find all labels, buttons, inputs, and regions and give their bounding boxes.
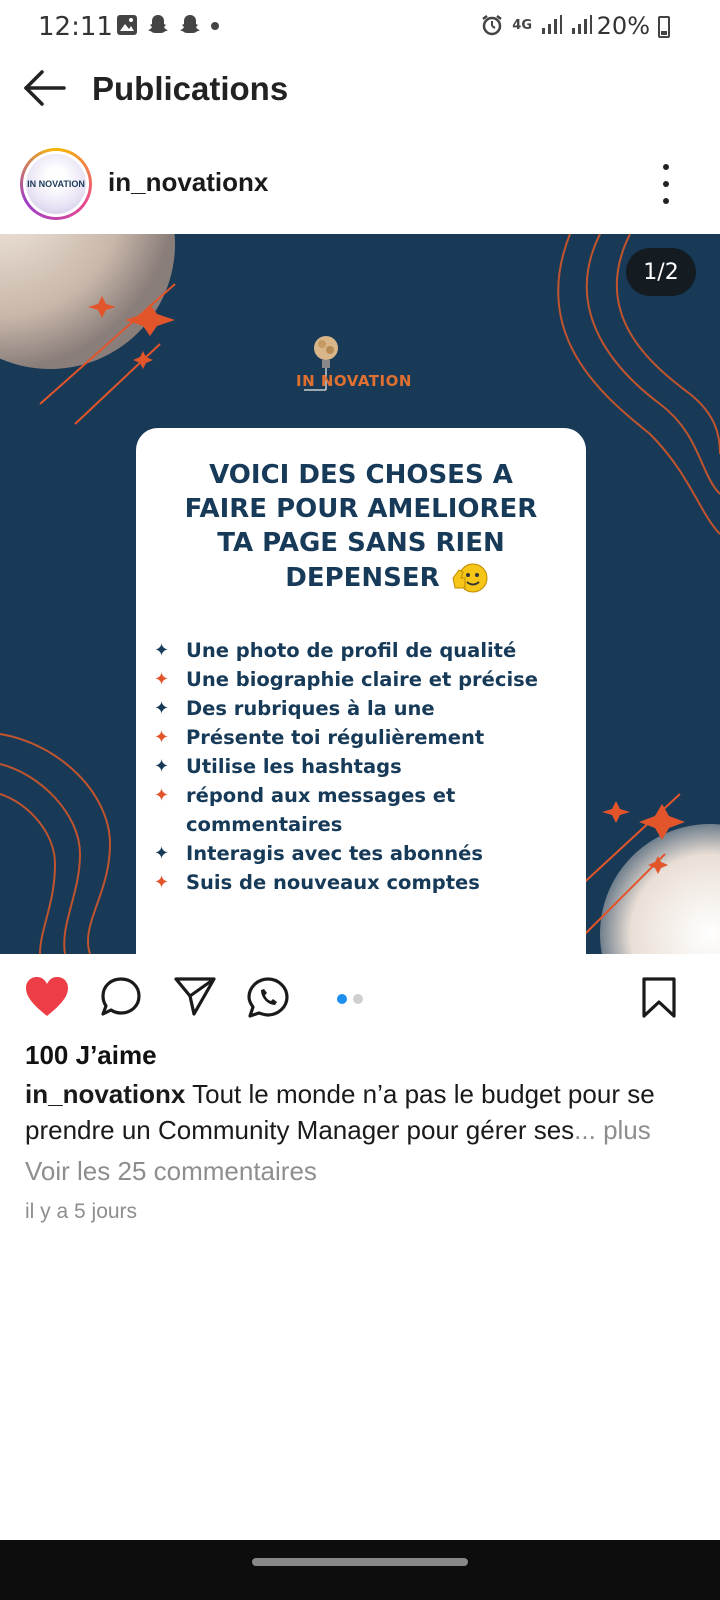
caption-username[interactable]: in_novationx bbox=[25, 1079, 185, 1109]
card-title-line-with-emoji: DEPENSER bbox=[136, 560, 586, 596]
list-item-text: Interagis avec tes abonnés bbox=[186, 842, 483, 865]
notification-icons bbox=[116, 13, 220, 37]
card-title-line: DEPENSER bbox=[285, 562, 440, 593]
carousel-dot-active bbox=[337, 994, 347, 1004]
alarm-icon bbox=[482, 15, 503, 36]
star-bullet-icon: ✦ bbox=[154, 669, 170, 690]
list-item: ✦ Présente toi régulièrement bbox=[154, 723, 574, 752]
post-image[interactable]: IN NOVATION VOICI DES CHOSES A FAIRE POU… bbox=[0, 234, 720, 954]
more-dot bbox=[663, 198, 669, 204]
card-title: VOICI DES CHOSES A FAIRE POUR AMELIORER … bbox=[136, 458, 586, 596]
post-caption: in_novationx Tout le monde n’a pas le bu… bbox=[25, 1076, 705, 1148]
heart-liked-icon[interactable] bbox=[24, 976, 70, 1018]
avatar-ring: IN NOVATION bbox=[23, 151, 89, 217]
thumbs-up-emoji-icon bbox=[452, 563, 488, 593]
star-bullet-icon: ✦ bbox=[154, 843, 170, 864]
bookmark-icon[interactable] bbox=[640, 976, 678, 1018]
card-title-line: FAIRE POUR AMELIORER bbox=[184, 494, 538, 524]
gallery-icon bbox=[117, 15, 137, 35]
list-item: ✦ Suis de nouveaux comptes bbox=[154, 868, 574, 897]
status-bar: 12:11 4G 20% bbox=[0, 0, 720, 52]
signal-icon-2 bbox=[572, 15, 592, 34]
page-title: Publications bbox=[92, 70, 289, 107]
list-item: ✦ Interagis avec tes abonnés bbox=[154, 839, 574, 868]
list-item: ✦ Une biographie claire et précise bbox=[154, 665, 574, 694]
star-bullet-icon: ✦ bbox=[154, 640, 170, 661]
tips-list: ✦ Une photo de profil de qualité ✦ Une bio… bbox=[154, 636, 574, 897]
carousel-dots bbox=[337, 994, 363, 1004]
post-actions bbox=[0, 954, 720, 1046]
list-item: ✦ répond aux messages et commentaires bbox=[154, 781, 574, 839]
list-item-text: Présente toi régulièrement bbox=[186, 726, 485, 749]
list-item: ✦ Utilise les hashtags bbox=[154, 752, 574, 781]
more-options-icon[interactable] bbox=[654, 164, 678, 204]
post-username[interactable]: in_novationx bbox=[108, 167, 268, 198]
battery-icon bbox=[658, 16, 670, 38]
status-time: 12:11 bbox=[38, 12, 113, 42]
carousel-dot bbox=[353, 994, 363, 1004]
glow-circle-bottom-right bbox=[600, 824, 720, 954]
card-title-line: TA PAGE SANS RIEN bbox=[217, 528, 505, 558]
list-item-text: Des rubriques à la une bbox=[186, 697, 435, 720]
star-bullet-icon: ✦ bbox=[154, 727, 170, 748]
star-bullet-icon: ✦ bbox=[154, 872, 170, 893]
system-nav-bar bbox=[0, 1540, 720, 1600]
list-item-text: Suis de nouveaux comptes bbox=[186, 871, 480, 894]
list-item-text: Utilise les hashtags bbox=[186, 755, 402, 778]
network-type-label: 4G bbox=[512, 17, 532, 33]
post-header: IN NOVATION in_novationx bbox=[0, 140, 720, 234]
signal-icon bbox=[542, 15, 562, 34]
list-item-text: Une photo de profil de qualité bbox=[186, 639, 517, 662]
avatar-image: IN NOVATION bbox=[26, 154, 86, 214]
list-item-text: répond aux messages et commentaires bbox=[186, 784, 456, 836]
app-bar: Publications bbox=[0, 52, 720, 128]
share-send-icon[interactable] bbox=[174, 976, 216, 1016]
list-item-text: Une biographie claire et précise bbox=[186, 668, 538, 691]
logo-text: IN NOVATION bbox=[296, 372, 412, 390]
likes-count[interactable]: 100 J’aime bbox=[25, 1040, 157, 1071]
content-card: VOICI DES CHOSES A FAIRE POUR AMELIORER … bbox=[136, 428, 586, 954]
list-item: ✦ Des rubriques à la une bbox=[154, 694, 574, 723]
snapchat-icon bbox=[148, 15, 168, 33]
snapchat-icon-2 bbox=[180, 15, 200, 33]
more-dot bbox=[663, 181, 669, 187]
decorative-waves-bottom-left bbox=[0, 733, 112, 954]
caption-more-link[interactable]: ... plus bbox=[574, 1115, 651, 1145]
card-title-line: VOICI DES CHOSES A bbox=[209, 460, 513, 490]
more-dot bbox=[663, 164, 669, 170]
avatar[interactable]: IN NOVATION bbox=[20, 148, 92, 220]
system-icons: 4G bbox=[480, 13, 592, 37]
post-timestamp: il y a 5 jours bbox=[25, 1200, 138, 1223]
home-gesture-handle[interactable] bbox=[252, 1558, 468, 1566]
list-item: ✦ Une photo de profil de qualité bbox=[154, 636, 574, 665]
view-comments-link[interactable]: Voir les 25 commentaires bbox=[25, 1156, 317, 1187]
star-bullet-icon: ✦ bbox=[154, 785, 170, 806]
carousel-counter: 1/2 bbox=[626, 248, 696, 296]
whatsapp-icon[interactable] bbox=[246, 976, 290, 1020]
star-bullet-icon: ✦ bbox=[154, 756, 170, 777]
more-notifications-dot-icon bbox=[211, 22, 219, 30]
star-bullet-icon: ✦ bbox=[154, 698, 170, 719]
battery-percent: 20% bbox=[596, 12, 650, 40]
comment-icon[interactable] bbox=[100, 976, 142, 1018]
glow-circle-top-left bbox=[0, 234, 175, 369]
back-arrow-icon[interactable] bbox=[22, 68, 68, 108]
